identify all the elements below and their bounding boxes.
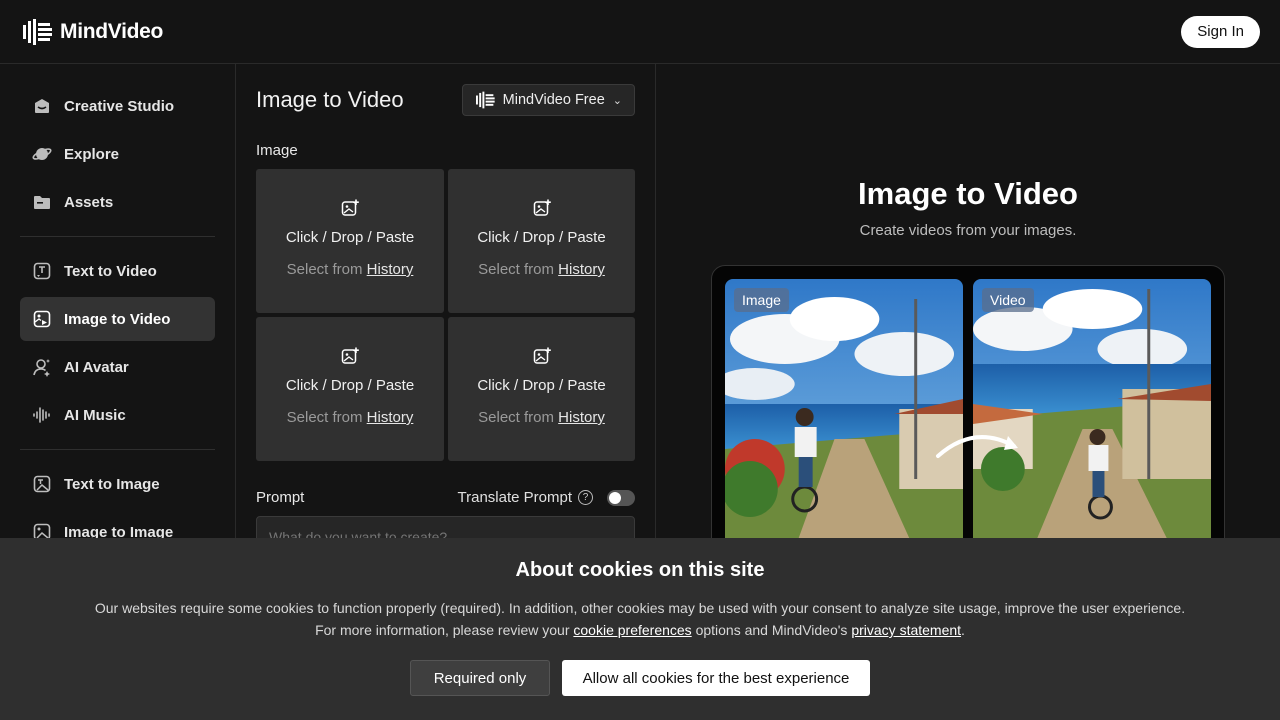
sidebar-item-label: Explore xyxy=(64,145,120,163)
sidebar-item-label: Creative Studio xyxy=(64,97,175,115)
image-upload-slot[interactable]: Click / Drop / Paste Select from History xyxy=(448,169,635,313)
sidebar-item-label: AI Music xyxy=(64,406,126,424)
privacy-statement-link[interactable]: privacy statement xyxy=(851,622,961,638)
history-prefix: Select from xyxy=(478,261,554,278)
add-image-icon xyxy=(533,347,551,365)
example-scene-illustration xyxy=(973,279,1211,549)
text-image-icon xyxy=(32,474,52,494)
brand-name: MindVideo xyxy=(60,19,164,43)
model-selector[interactable]: MindVideo Free ⌄ xyxy=(461,84,635,116)
model-logo-icon xyxy=(475,91,495,109)
cookie-line-1: Our websites require some cookies to fun… xyxy=(94,600,1186,616)
image-video-icon xyxy=(32,309,52,329)
history-link[interactable]: History xyxy=(367,261,414,278)
sign-in-button[interactable]: Sign In xyxy=(1181,15,1260,48)
cookie-buttons: Required only Allow all cookies for the … xyxy=(0,660,1280,696)
logo-icon xyxy=(23,18,52,45)
example-video: Video xyxy=(973,279,1211,549)
history-hint: Select from History xyxy=(478,261,605,278)
preview-title: Image to Video xyxy=(858,176,1078,211)
sidebar-divider xyxy=(20,236,215,237)
history-prefix: Select from xyxy=(478,409,554,426)
top-header: MindVideo Sign In xyxy=(0,0,1280,64)
sidebar-item-label: Text to Image xyxy=(64,475,160,493)
image-upload-slot[interactable]: Click / Drop / Paste Select from History xyxy=(256,169,444,313)
upload-hint: Click / Drop / Paste xyxy=(477,229,606,246)
history-prefix: Select from xyxy=(286,409,363,426)
sidebar-item-label: AI Avatar xyxy=(64,358,129,376)
history-link[interactable]: History xyxy=(558,409,605,426)
cookie-line-2-suffix: . xyxy=(961,622,965,638)
image-section-label: Image xyxy=(256,142,298,159)
video-badge: Video xyxy=(982,288,1034,312)
cookie-preferences-link[interactable]: cookie preferences xyxy=(573,622,691,638)
example-image: Image xyxy=(725,279,963,549)
sidebar-item-ai-avatar[interactable]: AI Avatar xyxy=(20,345,215,389)
cookie-banner: About cookies on this site Our websites … xyxy=(0,538,1280,720)
sidebar-item-label: Image to Video xyxy=(64,310,171,328)
image-badge: Image xyxy=(734,288,789,312)
transform-arrow-icon xyxy=(936,435,1018,458)
text-video-icon xyxy=(32,261,52,281)
add-image-icon xyxy=(533,199,551,217)
sidebar-item-ai-music[interactable]: AI Music xyxy=(20,393,215,437)
panel-header: Image to Video MindVideo Free ⌄ xyxy=(256,84,635,116)
sidebar-divider xyxy=(20,449,215,450)
history-link[interactable]: History xyxy=(367,409,414,426)
brand-logo[interactable]: MindVideo xyxy=(22,18,163,46)
cookie-line-2-prefix: For more information, please review your xyxy=(315,622,570,638)
sidebar-item-creative-studio[interactable]: Creative Studio xyxy=(20,84,215,128)
prompt-row: Prompt Translate Prompt ? xyxy=(256,489,635,506)
history-hint: Select from History xyxy=(287,409,414,426)
studio-icon xyxy=(32,96,52,116)
upload-hint: Click / Drop / Paste xyxy=(285,229,415,246)
cookie-text: Our websites require some cookies to fun… xyxy=(0,597,1280,641)
preview-subtitle: Create videos from your images. xyxy=(859,222,1077,239)
add-image-icon xyxy=(341,199,359,217)
cookie-title: About cookies on this site xyxy=(515,559,765,581)
sidebar-item-text-to-video[interactable]: Text to Video xyxy=(20,249,215,293)
folder-icon xyxy=(32,192,52,212)
history-hint: Select from History xyxy=(478,409,605,426)
allow-all-cookies-button[interactable]: Allow all cookies for the best experienc… xyxy=(562,660,870,696)
history-link[interactable]: History xyxy=(558,261,605,278)
planet-icon xyxy=(32,144,52,164)
image-upload-slot[interactable]: Click / Drop / Paste Select from History xyxy=(448,317,635,461)
upload-hint: Click / Drop / Paste xyxy=(285,377,415,394)
history-prefix: Select from xyxy=(286,261,363,278)
translate-prompt: Translate Prompt ? xyxy=(457,489,635,506)
music-icon xyxy=(32,405,52,425)
image-upload-grid: Click / Drop / Paste Select from History… xyxy=(256,169,635,461)
cookie-line-2-middle: options and MindVideo's xyxy=(695,622,848,638)
sidebar-item-explore[interactable]: Explore xyxy=(20,132,215,176)
history-hint: Select from History xyxy=(287,261,414,278)
avatar-icon xyxy=(32,357,52,377)
example-scene-illustration xyxy=(725,279,963,549)
translate-toggle[interactable] xyxy=(607,489,635,506)
prompt-label: Prompt xyxy=(256,489,305,506)
help-icon[interactable]: ? xyxy=(578,490,593,505)
sidebar-item-label: Assets xyxy=(64,193,114,211)
translate-label: Translate Prompt xyxy=(457,489,573,506)
model-selector-value: MindVideo Free xyxy=(502,92,605,108)
required-only-button[interactable]: Required only xyxy=(410,660,550,696)
panel-title: Image to Video xyxy=(256,87,404,112)
example-preview: Image Video xyxy=(711,265,1225,565)
sidebar-item-assets[interactable]: Assets xyxy=(20,180,215,224)
add-image-icon xyxy=(341,347,359,365)
sidebar-item-label: Text to Video xyxy=(64,262,157,280)
sidebar-item-image-to-video[interactable]: Image to Video xyxy=(20,297,215,341)
upload-hint: Click / Drop / Paste xyxy=(477,377,606,394)
image-upload-slot[interactable]: Click / Drop / Paste Select from History xyxy=(256,317,444,461)
sidebar-item-text-to-image[interactable]: Text to Image xyxy=(20,462,215,506)
chevron-down-icon: ⌄ xyxy=(612,94,622,107)
